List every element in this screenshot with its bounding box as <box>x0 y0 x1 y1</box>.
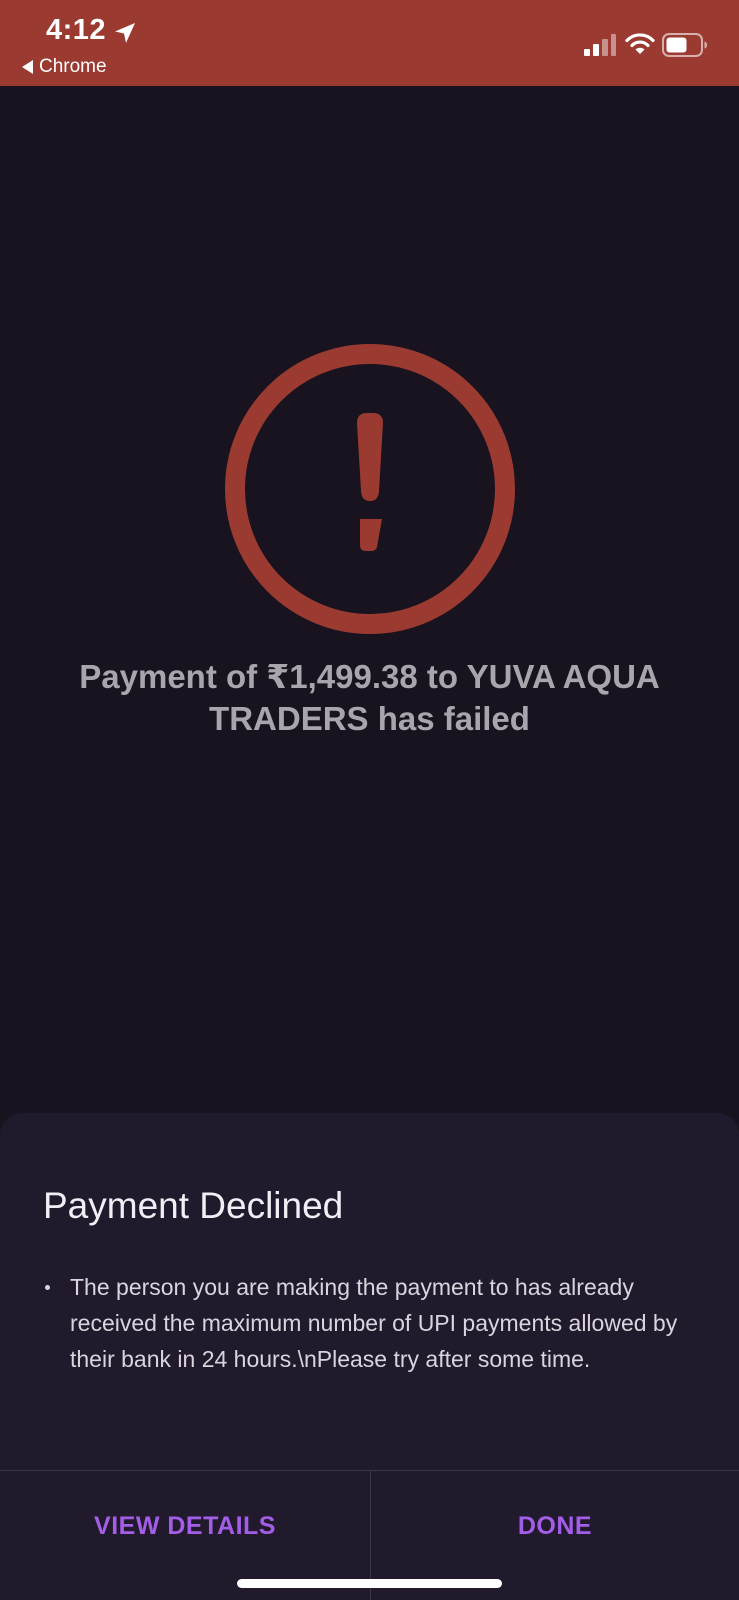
wifi-icon <box>625 33 655 54</box>
exclamation-circle-icon <box>225 344 515 634</box>
back-app-label: Chrome <box>39 56 107 77</box>
location-arrow-icon <box>115 23 135 43</box>
decline-reason-list: The person you are making the payment to… <box>43 1269 683 1377</box>
cellular-signal-icon <box>584 34 616 56</box>
payment-declined-sheet: Payment Declined The person you are maki… <box>0 1113 739 1600</box>
decline-reason-text: The person you are making the payment to… <box>70 1274 678 1372</box>
back-caret-icon <box>22 60 33 74</box>
status-time: 4:12 <box>46 14 107 46</box>
decline-reason-item: The person you are making the payment to… <box>43 1269 683 1377</box>
done-button[interactable]: DONE <box>371 1471 739 1581</box>
payment-failed-message: Payment of ₹1,499.38 to YUVA AQUA TRADER… <box>79 658 660 737</box>
status-bar: 4:12 Chrome <box>0 0 739 86</box>
back-to-app-button[interactable]: Chrome <box>22 56 107 78</box>
home-indicator[interactable] <box>237 1579 502 1588</box>
sheet-title: Payment Declined <box>43 1185 344 1226</box>
view-details-button[interactable]: VIEW DETAILS <box>0 1471 370 1581</box>
bullet-icon <box>45 1285 50 1290</box>
payment-failed-screen: 4:12 Chrome Payment of ₹1,499.38 to YUVA… <box>0 0 739 1600</box>
battery-icon <box>662 33 707 57</box>
